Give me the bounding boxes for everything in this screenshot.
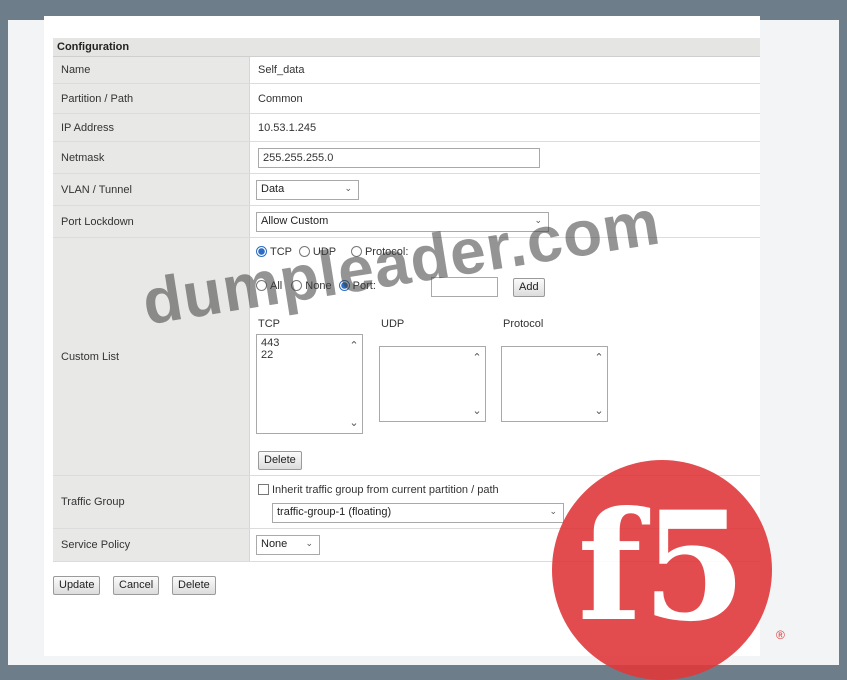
- protocol-column-label: Protocol: [503, 318, 544, 330]
- partition-value: Common: [250, 84, 760, 113]
- registered-mark: ®: [776, 628, 785, 642]
- name-value: Self_data: [250, 57, 760, 83]
- scrollbar[interactable]: ⌃ ⌄: [471, 351, 483, 417]
- list-item[interactable]: 22: [261, 349, 358, 361]
- traffic-group-select[interactable]: traffic-group-1 (floating) ⌄: [272, 503, 564, 523]
- chevron-down-icon[interactable]: ⌄: [471, 404, 483, 417]
- netmask-cell: [250, 142, 760, 173]
- update-button[interactable]: Update: [53, 576, 101, 595]
- list-item[interactable]: 443: [261, 337, 358, 349]
- inherit-checkbox[interactable]: Inherit traffic group from current parti…: [258, 484, 499, 496]
- row-ip: IP Address 10.53.1.245: [53, 114, 760, 142]
- chevron-down-icon: ⌄: [549, 506, 557, 516]
- udp-column-label: UDP: [381, 318, 405, 330]
- chevron-up-icon[interactable]: ⌃: [593, 351, 605, 364]
- ip-label: IP Address: [53, 114, 250, 141]
- service-policy-select[interactable]: None ⌄: [256, 535, 320, 555]
- row-name: Name Self_data: [53, 57, 760, 84]
- tcp-list[interactable]: 443 22 ⌃ ⌄: [256, 334, 363, 434]
- ip-value: 10.53.1.245: [250, 114, 760, 141]
- vlan-label: VLAN / Tunnel: [53, 174, 250, 205]
- chevron-up-icon[interactable]: ⌃: [471, 351, 483, 364]
- delete-button[interactable]: Delete: [172, 576, 216, 595]
- chevron-up-icon[interactable]: ⌃: [348, 339, 360, 352]
- scrollbar[interactable]: ⌃ ⌄: [593, 351, 605, 417]
- port-lockdown-label: Port Lockdown: [53, 206, 250, 237]
- chevron-down-icon[interactable]: ⌄: [593, 404, 605, 417]
- inherit-label: Inherit traffic group from current parti…: [272, 484, 499, 496]
- delete-list-item-button[interactable]: Delete: [258, 451, 302, 470]
- chevron-down-icon: ⌄: [344, 183, 352, 193]
- vlan-select-value: Data: [261, 183, 285, 195]
- scrollbar[interactable]: ⌃ ⌄: [348, 339, 360, 429]
- row-partition: Partition / Path Common: [53, 84, 760, 114]
- service-policy-label: Service Policy: [53, 529, 250, 561]
- traffic-group-label: Traffic Group: [53, 476, 250, 528]
- chevron-down-icon: ⌄: [305, 538, 313, 548]
- udp-list[interactable]: ⌃ ⌄: [379, 346, 486, 422]
- vlan-cell: Data ⌄: [250, 174, 760, 205]
- section-title: Configuration: [53, 38, 760, 57]
- port-lockdown-value: Allow Custom: [261, 215, 329, 227]
- cancel-button[interactable]: Cancel: [113, 576, 160, 595]
- row-netmask: Netmask: [53, 142, 760, 174]
- chevron-down-icon[interactable]: ⌄: [348, 416, 360, 429]
- checkbox-icon: [258, 484, 269, 495]
- service-policy-value: None: [261, 538, 288, 550]
- f5-logo: f5: [552, 460, 772, 680]
- netmask-input[interactable]: [258, 147, 540, 168]
- traffic-group-value: traffic-group-1 (floating): [277, 506, 392, 518]
- name-label: Name: [53, 57, 250, 83]
- vlan-select[interactable]: Data ⌄: [256, 180, 359, 200]
- protocol-list[interactable]: ⌃ ⌄: [501, 346, 608, 422]
- netmask-label: Netmask: [53, 142, 250, 173]
- partition-label: Partition / Path: [53, 84, 250, 113]
